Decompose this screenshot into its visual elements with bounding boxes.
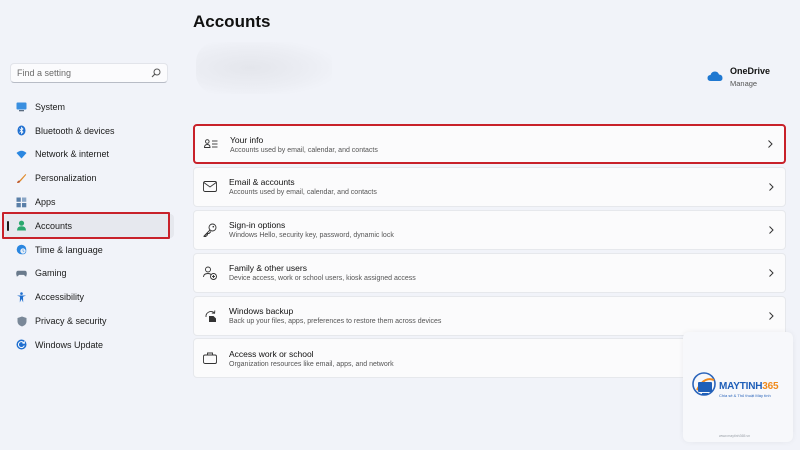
search-icon[interactable] (151, 68, 161, 78)
onedrive-widget[interactable]: OneDrive Manage (707, 66, 770, 88)
card-subtitle: Device access, work or school users, kio… (229, 275, 416, 283)
sidebar: Find a setting System Bluetooth & device… (0, 0, 180, 450)
card-subtitle: Back up your files, apps, preferences to… (229, 318, 442, 326)
briefcase-icon (203, 351, 217, 365)
sidebar-item-time-language[interactable]: Time & language (4, 238, 174, 262)
sidebar-item-label: Accessibility (35, 292, 85, 303)
chevron-right-icon (769, 268, 774, 277)
sidebar-item-bluetooth[interactable]: Bluetooth & devices (4, 119, 174, 143)
onedrive-title: OneDrive (730, 66, 771, 76)
onedrive-manage-link[interactable]: Manage (730, 79, 770, 88)
user-profile-blurred (196, 42, 332, 94)
sidebar-item-apps[interactable]: Apps (4, 190, 174, 214)
sidebar-nav: System Bluetooth & devices Network & int… (4, 95, 174, 357)
sidebar-item-network[interactable]: Network & internet (4, 143, 174, 167)
cloud-icon (707, 71, 723, 81)
email-accounts-card[interactable]: Email & accounts Accounts used by email,… (193, 166, 786, 207)
sidebar-item-windows-update[interactable]: Windows Update (4, 333, 174, 357)
person-icon (16, 220, 27, 231)
card-title: Your info (230, 134, 264, 145)
chevron-right-icon (768, 140, 773, 148)
update-icon (16, 339, 27, 350)
sign-in-options-card[interactable]: Sign-in options Windows Hello, security … (193, 209, 786, 250)
watermark-brand: MAYTINH365 (719, 381, 779, 392)
sidebar-item-personalization[interactable]: Personalization (4, 166, 174, 190)
sidebar-item-label: Time & language (35, 244, 103, 255)
sidebar-item-system[interactable]: System (4, 95, 174, 119)
sidebar-item-label: Windows Update (35, 339, 104, 350)
your-info-card[interactable]: Your info Accounts used by email, calend… (193, 124, 786, 164)
maytinh365-logo-icon (692, 372, 716, 396)
card-title: Email & accounts (229, 177, 295, 188)
shield-icon (16, 316, 27, 327)
mail-icon (203, 180, 217, 194)
sidebar-item-privacy[interactable]: Privacy & security (4, 309, 174, 333)
bluetooth-icon (16, 125, 27, 136)
gamepad-icon (16, 268, 27, 279)
apps-icon (16, 197, 27, 208)
sidebar-item-label: Privacy & security (35, 316, 107, 327)
sidebar-item-label: Apps (35, 197, 56, 208)
watermark-footer: www.maytinh365.vn (719, 434, 751, 438)
sidebar-item-label: Bluetooth & devices (35, 125, 115, 136)
sidebar-item-label: Network & internet (35, 149, 110, 160)
watermark-brand-num: 365 (762, 381, 779, 392)
card-title: Windows backup (229, 306, 294, 317)
brush-icon (16, 173, 27, 184)
sidebar-item-label: Personalization (35, 173, 97, 184)
sidebar-item-accessibility[interactable]: Accessibility (4, 285, 174, 309)
wifi-icon (16, 149, 27, 160)
chevron-right-icon (769, 311, 774, 320)
globe-clock-icon (16, 244, 27, 255)
chevron-right-icon (769, 183, 774, 191)
family-other-users-card[interactable]: Family & other users Device access, work… (193, 252, 786, 293)
card-title: Sign-in options (229, 220, 286, 231)
sidebar-item-accounts[interactable]: Accounts (4, 213, 174, 238)
card-title: Family & other users (229, 263, 307, 274)
sidebar-item-label: System (35, 101, 66, 112)
watermark-tagline: Chia sẻ & Thủ thuật Máy tính (719, 393, 771, 398)
backup-icon (203, 309, 217, 323)
page-title: Accounts (193, 12, 271, 31)
card-subtitle: Windows Hello, security key, password, d… (229, 232, 394, 240)
sidebar-item-label: Accounts (35, 220, 73, 231)
card-subtitle: Accounts used by email, calendar, and co… (230, 146, 378, 154)
card-subtitle: Accounts used by email, calendar, and co… (229, 189, 377, 197)
id-card-icon (204, 137, 218, 151)
watermark-brand-main: MAYTINH (719, 381, 763, 392)
chevron-right-icon (769, 225, 774, 234)
watermark-logo-panel: MAYTINH365 Chia sẻ & Thủ thuật Máy tính … (683, 332, 793, 442)
monitor-icon (16, 101, 27, 112)
windows-backup-card[interactable]: Windows backup Back up your files, apps,… (193, 295, 786, 336)
people-icon (203, 266, 217, 280)
active-indicator (7, 220, 9, 231)
accessibility-icon (16, 292, 27, 303)
search-input[interactable]: Find a setting (17, 68, 151, 78)
search-box[interactable]: Find a setting (10, 63, 168, 83)
sidebar-item-label: Gaming (35, 268, 67, 279)
key-icon (203, 223, 217, 237)
sidebar-item-gaming[interactable]: Gaming (4, 262, 174, 286)
